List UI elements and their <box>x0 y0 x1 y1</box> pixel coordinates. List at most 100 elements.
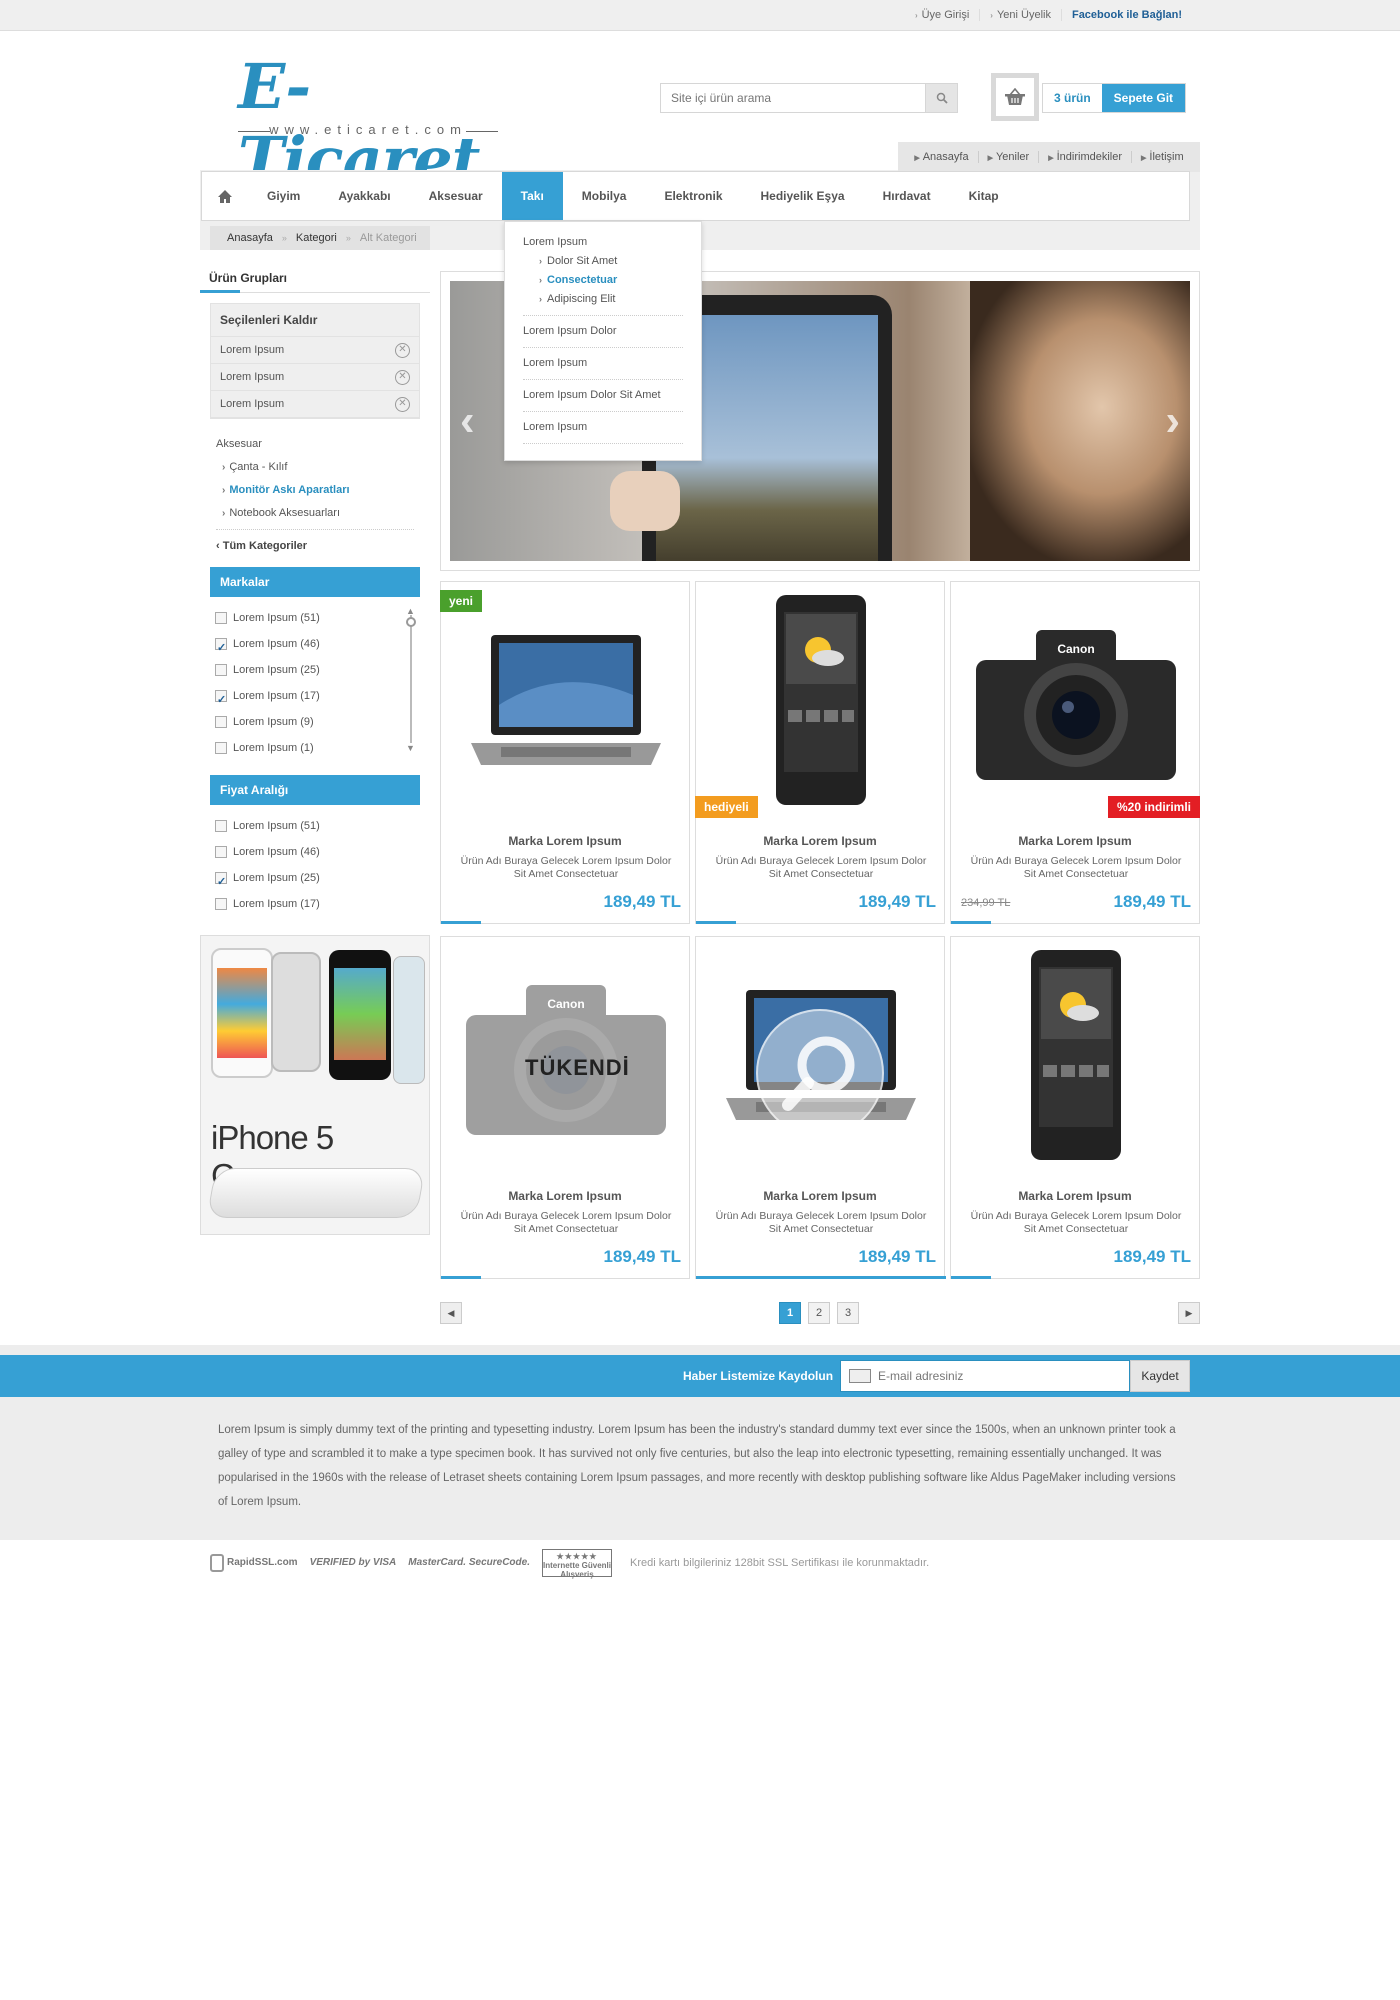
cart-icon-button[interactable] <box>991 73 1039 121</box>
clear-selected-button[interactable]: Seçilenleri Kaldır <box>211 304 419 337</box>
card-accent-bar <box>696 1276 946 1279</box>
product-card[interactable]: hediyeli Marka Lorem Ipsum Ürün Adı Bura… <box>695 581 945 924</box>
product-name[interactable]: Ürün Adı Buraya Gelecek Lorem Ipsum Dolo… <box>966 855 1186 881</box>
checkbox[interactable] <box>215 846 227 858</box>
cart-count[interactable]: 3 ürün <box>1043 84 1102 112</box>
nav-item-hediyelik-esya[interactable]: Hediyelik Eşya <box>742 172 864 220</box>
page-2[interactable]: 2 <box>808 1302 830 1324</box>
dropdown-subitem[interactable]: › Adipiscing Elit <box>523 293 683 305</box>
facebook-connect-link[interactable]: Facebook ile Bağlan! <box>1060 9 1192 21</box>
product-name[interactable]: Ürün Adı Buraya Gelecek Lorem Ipsum Dolo… <box>456 1210 676 1236</box>
price-range-header: Fiyat Aralığı <box>210 775 420 805</box>
slider-next-icon[interactable]: › <box>1165 396 1180 446</box>
product-card-sold-out[interactable]: Canon TÜKENDİ Marka Lorem Ipsum Ürün Adı… <box>440 936 690 1279</box>
remove-filter-icon[interactable]: ✕ <box>395 343 410 358</box>
checkbox[interactable] <box>215 612 227 624</box>
product-card[interactable]: Marka Lorem Ipsum Ürün Adı Buraya Gelece… <box>950 936 1200 1279</box>
about-text: Lorem Ipsum is simply dummy text of the … <box>218 1424 1176 1508</box>
product-card[interactable]: Canon %20 indirimli Marka Lorem Ipsum Ür… <box>950 581 1200 924</box>
next-page-icon[interactable]: ▶ <box>1178 1302 1200 1324</box>
nav-item-ayakkabi[interactable]: Ayakkabı <box>319 172 409 220</box>
subcategory-item[interactable]: › Notebook Aksesuarları <box>216 502 414 525</box>
checkbox[interactable] <box>215 869 227 895</box>
page-3[interactable]: 3 <box>837 1302 859 1324</box>
all-categories-link[interactable]: ‹ Tüm Kategoriler <box>216 529 414 557</box>
nav-item-giyim[interactable]: Giyim <box>248 172 319 220</box>
dropdown-subitem-active[interactable]: › Consectetuar <box>523 274 683 286</box>
product-card[interactable]: yeni Marka Lorem Ipsum Ürün Adı Buraya G… <box>440 581 690 924</box>
subnav-new[interactable]: ▶ Yeniler <box>977 151 1039 163</box>
subcategory-item-active[interactable]: › Monitör Askı Aparatları <box>216 479 414 502</box>
checkbox[interactable] <box>215 716 227 728</box>
dropdown-subitem[interactable]: › Dolor Sit Amet <box>523 255 683 267</box>
remove-filter-icon[interactable]: ✕ <box>395 397 410 412</box>
breadcrumb-home[interactable]: Anasayfa <box>227 232 273 244</box>
prices-checkbox-item[interactable]: Lorem Ipsum (25) <box>210 865 420 895</box>
brands-checkbox-item[interactable]: Lorem Ipsum (1) <box>210 735 420 761</box>
newsletter-submit-button[interactable]: Kaydet <box>1130 1360 1190 1392</box>
prices-checkbox-item[interactable]: Lorem Ipsum (51) <box>210 813 420 839</box>
product-name[interactable]: Ürün Adı Buraya Gelecek Lorem Ipsum Dolo… <box>966 1210 1186 1236</box>
search-button[interactable] <box>925 84 957 112</box>
product-name[interactable]: Ürün Adı Buraya Gelecek Lorem Ipsum Dolo… <box>456 855 676 881</box>
slider-prev-icon[interactable]: ‹ <box>460 396 475 446</box>
nav-item-kitap[interactable]: Kitap <box>950 172 1018 220</box>
product-card-hover[interactable]: Marka Lorem Ipsum Ürün Adı Buraya Gelece… <box>695 936 946 1279</box>
selected-filters: Seçilenleri Kaldır Lorem Ipsum ✕ Lorem Ip… <box>210 303 420 419</box>
checkbox[interactable] <box>215 898 227 910</box>
brands-checkbox-item[interactable]: Lorem Ipsum (17) <box>210 683 420 713</box>
product-brand: Marka Lorem Ipsum <box>763 1189 877 1203</box>
card-accent-bar <box>951 921 991 924</box>
brands-checkbox-item[interactable]: Lorem Ipsum (9) <box>210 709 420 735</box>
subnav-contact[interactable]: ▶ İletişim <box>1131 151 1193 163</box>
go-to-cart-button[interactable]: Sepete Git <box>1101 84 1186 112</box>
subnav-home[interactable]: ▶ Anasayfa <box>905 151 977 163</box>
prices-checkbox-item[interactable]: Lorem Ipsum (46) <box>210 839 420 865</box>
brands-checkbox-item[interactable]: Lorem Ipsum (51) <box>210 605 420 631</box>
breadcrumb-category[interactable]: Kategori <box>296 232 337 244</box>
subcategory-item[interactable]: › Çanta - Kılıf <box>216 456 414 479</box>
scroll-down-icon[interactable]: ▼ <box>406 744 415 753</box>
register-link[interactable]: › Yeni Üyelik <box>979 9 1061 21</box>
dropdown-item[interactable]: Lorem Ipsum <box>523 412 683 444</box>
product-name[interactable]: Ürün Adı Buraya Gelecek Lorem Ipsum Dolo… <box>711 855 931 881</box>
login-link[interactable]: › Üye Girişi <box>905 9 979 21</box>
cart-summary: 3 ürün Sepete Git <box>1042 83 1187 113</box>
checkbox[interactable] <box>215 664 227 676</box>
newsletter-label: Haber Listemize Kaydolun <box>683 1369 834 1383</box>
product-brand: Marka Lorem Ipsum <box>763 834 877 848</box>
nav-item-hirdavat[interactable]: Hırdavat <box>864 172 950 220</box>
checkbox[interactable] <box>215 635 227 661</box>
nav-item-elektronik[interactable]: Elektronik <box>645 172 741 220</box>
checkbox[interactable] <box>215 742 227 754</box>
brands-checkbox-item[interactable]: Lorem Ipsum (25) <box>210 657 420 683</box>
zoom-icon[interactable] <box>756 1009 884 1137</box>
dropdown-item[interactable]: Lorem Ipsum Dolor Sit Amet <box>523 380 683 412</box>
brand-list-scrollbar[interactable]: ▲ ▼ <box>406 607 416 753</box>
site-logo[interactable]: E-Ticaret www.eticaret.com <box>230 50 500 196</box>
product-name[interactable]: Ürün Adı Buraya Gelecek Lorem Ipsum Dolo… <box>711 1210 931 1236</box>
nav-home[interactable] <box>202 172 248 220</box>
product-price: 189,49 TL <box>603 892 682 911</box>
dropdown-item[interactable]: Lorem Ipsum <box>523 348 683 380</box>
subnav-discounts[interactable]: ▶ İndirimdekiler <box>1038 151 1131 163</box>
prev-page-icon[interactable]: ◀ <box>440 1302 462 1324</box>
iphone-cases-banner[interactable]: iPhone 5 Cases <box>200 935 430 1235</box>
prices-checkbox-item[interactable]: Lorem Ipsum (17) <box>210 891 420 917</box>
envelope-icon <box>849 1369 871 1383</box>
nav-item-taki[interactable]: Takı <box>501 172 563 220</box>
remove-filter-icon[interactable]: ✕ <box>395 370 410 385</box>
page-1[interactable]: 1 <box>779 1302 801 1324</box>
nav-item-mobilya[interactable]: Mobilya <box>563 172 646 220</box>
category-title[interactable]: Aksesuar <box>216 433 414 456</box>
dropdown-item[interactable]: Lorem Ipsum <box>523 236 683 248</box>
brands-checkbox-item[interactable]: Lorem Ipsum (46) <box>210 631 420 661</box>
nav-item-aksesuar[interactable]: Aksesuar <box>410 172 502 220</box>
search-input[interactable] <box>661 84 921 112</box>
product-price: 189,49 TL <box>1113 892 1192 911</box>
checkbox[interactable] <box>215 820 227 832</box>
dropdown-item[interactable]: Lorem Ipsum Dolor <box>523 316 683 348</box>
checkbox[interactable] <box>215 687 227 713</box>
newsletter-email-input[interactable]: E-mail adresiniz <box>840 1360 1130 1392</box>
scroll-thumb[interactable] <box>406 617 416 627</box>
